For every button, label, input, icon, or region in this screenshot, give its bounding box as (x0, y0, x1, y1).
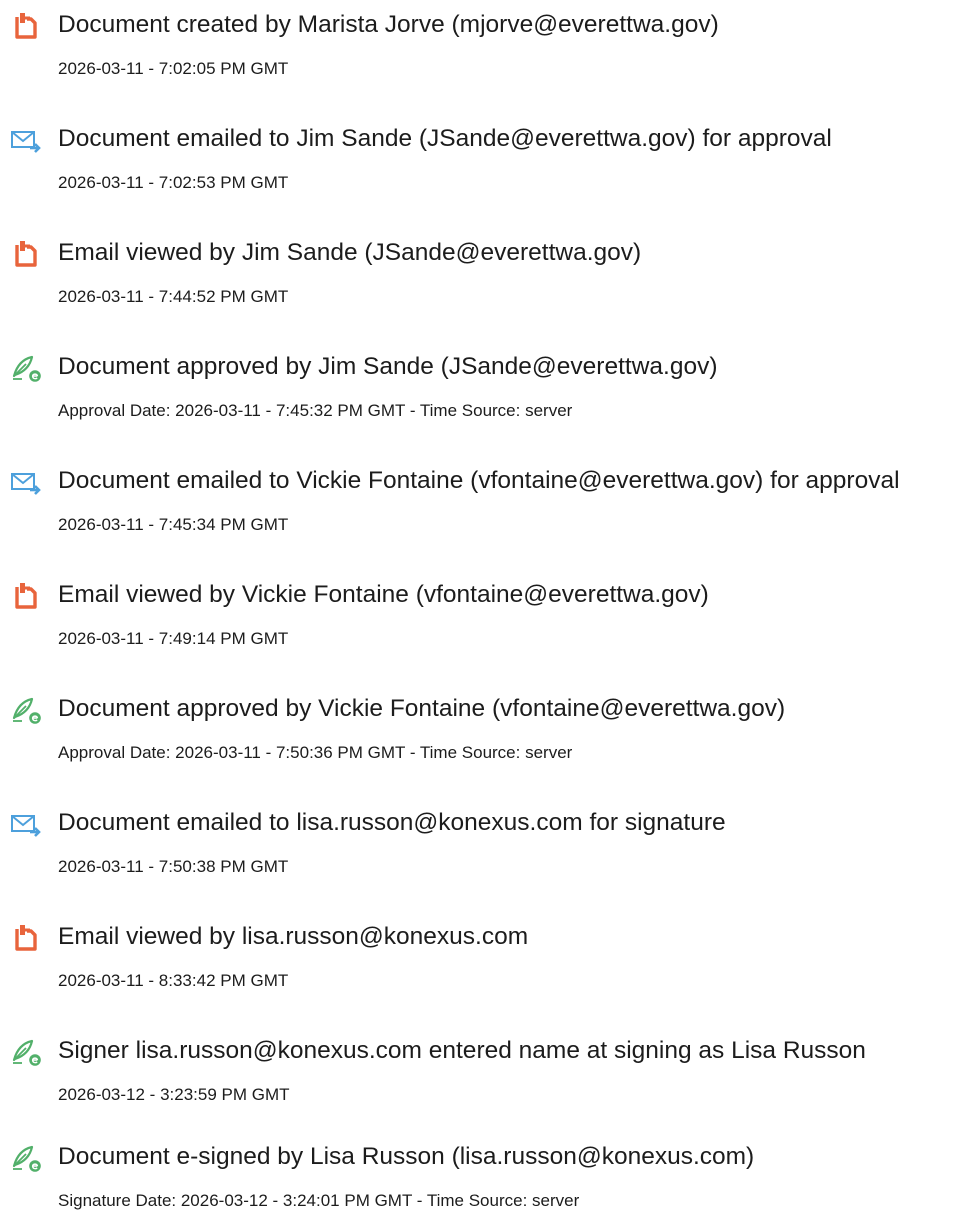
event-title: Document emailed to Vickie Fontaine (vfo… (58, 467, 900, 494)
event-title: Document approved by Jim Sande (JSande@e… (58, 353, 718, 380)
email-sent-icon (10, 124, 42, 156)
event-title: Document emailed to lisa.russon@konexus.… (58, 809, 726, 836)
pen-signed-icon (10, 1142, 42, 1174)
event-date: Approval Date: 2026-03-11 - 7:45:32 PM G… (58, 401, 573, 420)
event-title: Email viewed by Vickie Fontaine (vfontai… (58, 581, 709, 608)
event-date: Approval Date: 2026-03-11 - 7:50:36 PM G… (58, 743, 573, 762)
event-date: 2026-03-11 - 7:45:34 PM GMT (58, 515, 289, 534)
event-date: 2026-03-11 - 8:33:42 PM GMT (58, 971, 289, 990)
event-title: Signer lisa.russon@konexus.com entered n… (58, 1037, 866, 1064)
event-date: Signature Date: 2026-03-12 - 3:24:01 PM … (58, 1191, 580, 1210)
history-event: Document approved by Jim Sande (JSande@e… (0, 342, 974, 432)
pen-approved-icon (10, 694, 42, 726)
history-event: Signer lisa.russon@konexus.com entered n… (0, 1026, 974, 1116)
event-title: Document emailed to Jim Sande (JSande@ev… (58, 125, 832, 152)
event-date: 2026-03-11 - 7:02:05 PM GMT (58, 59, 289, 78)
email-sent-icon (10, 466, 42, 498)
event-date: 2026-03-12 - 3:23:59 PM GMT (58, 1085, 290, 1104)
document-viewed-icon (10, 238, 42, 270)
history-event: Email viewed by lisa.russon@konexus.com … (0, 912, 974, 1002)
history-event: Document emailed to lisa.russon@konexus.… (0, 798, 974, 888)
pen-approved-icon (10, 352, 42, 384)
history-event: Email viewed by Jim Sande (JSande@everet… (0, 228, 974, 318)
history-event: Email viewed by Vickie Fontaine (vfontai… (0, 570, 974, 660)
email-sent-icon (10, 808, 42, 840)
history-event: Document emailed to Jim Sande (JSande@ev… (0, 114, 974, 204)
event-title: Email viewed by Jim Sande (JSande@everet… (58, 239, 642, 266)
event-title: Email viewed by lisa.russon@konexus.com (58, 923, 529, 950)
history-event: Document approved by Vickie Fontaine (vf… (0, 684, 974, 774)
event-date: 2026-03-11 - 7:44:52 PM GMT (58, 287, 289, 306)
event-title: Document e-signed by Lisa Russon (lisa.r… (58, 1143, 755, 1170)
document-created-icon (10, 10, 42, 42)
document-viewed-icon (10, 922, 42, 954)
event-date: 2026-03-11 - 7:02:53 PM GMT (58, 173, 289, 192)
event-date: 2026-03-11 - 7:49:14 PM GMT (58, 629, 289, 648)
pen-signed-icon (10, 1036, 42, 1068)
event-date: 2026-03-11 - 7:50:38 PM GMT (58, 857, 289, 876)
history-event: Document emailed to Vickie Fontaine (vfo… (0, 456, 974, 546)
event-title: Document approved by Vickie Fontaine (vf… (58, 695, 786, 722)
event-title: Document created by Marista Jorve (mjorv… (58, 11, 719, 38)
history-event: Document e-signed by Lisa Russon (lisa.r… (0, 1132, 974, 1222)
document-viewed-icon (10, 580, 42, 612)
history-event: Document created by Marista Jorve (mjorv… (0, 0, 974, 90)
